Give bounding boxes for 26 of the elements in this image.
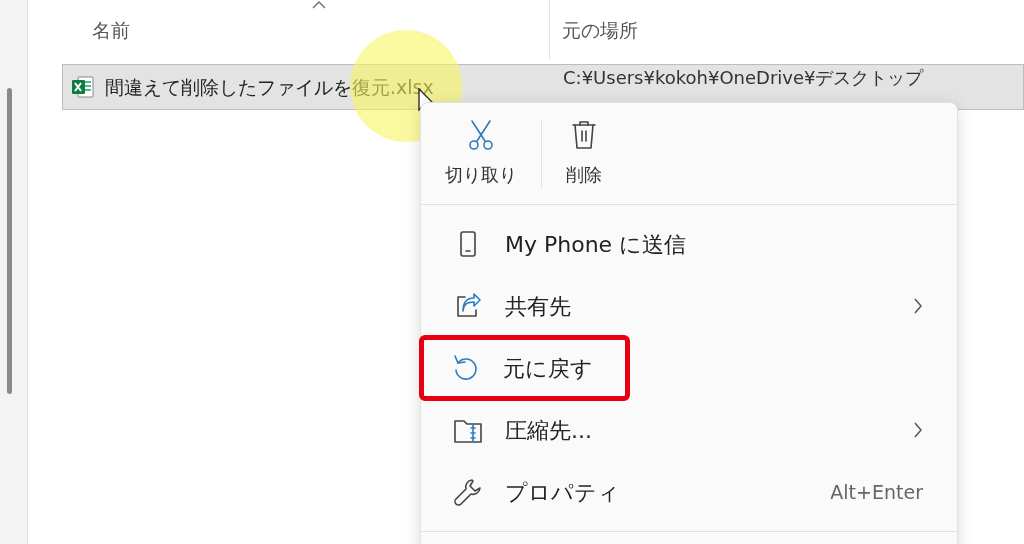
file-name: 間違えて削除したファイルを復元.xlsx [105,74,434,100]
menu-label: 共有先 [505,292,572,321]
share-icon [454,292,482,320]
wrench-icon [454,478,482,506]
menu-item[interactable]: 圧縮先... [423,399,955,461]
file-location: C:¥Users¥kokoh¥OneDrive¥デスクトップ [562,65,924,90]
menu-item[interactable]: My Phone に送信 [423,213,955,275]
trash-icon [570,119,598,151]
delete-button[interactable]: 削除 [560,115,608,192]
menu-item[interactable]: 共有先 [423,275,955,337]
menu-item[interactable]: 元に戻す [421,337,628,399]
undo-icon [452,354,480,382]
menu-label: 元に戻す [503,354,594,383]
menu-label: プロパティ [505,478,621,507]
spreadsheet-file-icon [71,75,95,99]
phone-icon [459,231,477,257]
shortcut-label: Alt+Enter [830,479,923,505]
file-row[interactable]: 間違えて削除したファイルを復元.xlsx C:¥Users¥kokoh¥OneDrive¥デスクトップ [62,64,1024,110]
column-header[interactable]: 元の場所 [550,0,1024,60]
menu-item[interactable]: プロパティ Alt+Enter [423,461,955,523]
scissors-icon [467,119,495,151]
menu-label: My Phone に送信 [505,230,688,259]
scrollbar-thumb[interactable] [7,88,12,394]
column-header[interactable]: 名前 [28,0,550,60]
menu-label: 圧縮先... [505,416,593,445]
cut-button[interactable]: 切り取り [439,115,523,192]
